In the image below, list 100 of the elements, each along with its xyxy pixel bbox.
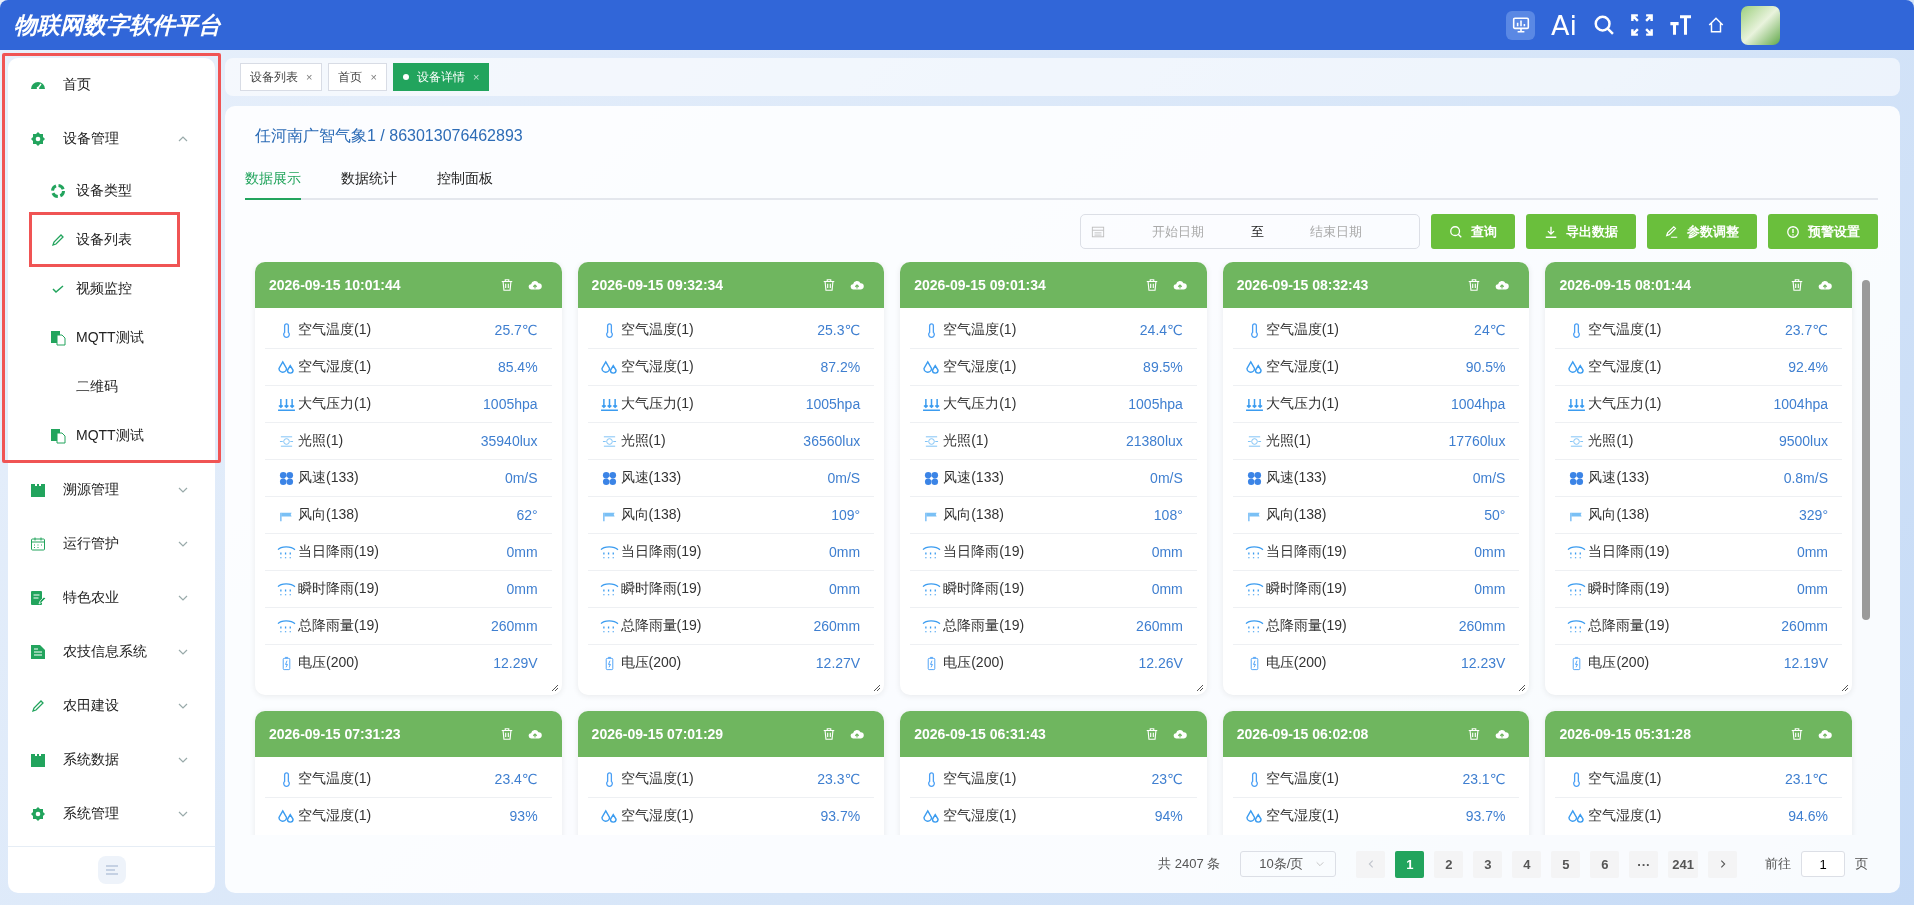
sidebar-item[interactable]: 系统数据 [8,733,215,787]
rain-icon [1244,618,1264,634]
reading-value: 36560lux [803,433,861,449]
resize-handle-icon[interactable] [1839,682,1849,692]
page-button[interactable]: ··· [1629,850,1659,878]
sidebar-item[interactable]: 运行管护 [8,517,215,571]
cloud-upload-icon[interactable] [1818,278,1832,292]
reading-value: 50° [1484,507,1506,523]
reading-label: 空气温度(1) [298,770,372,788]
page-button[interactable]: 3 [1473,850,1503,878]
rain-icon [277,581,296,597]
dashboard-button[interactable] [1506,10,1535,40]
reading-label: 风向(138) [1265,506,1327,524]
tab[interactable]: 数据统计 [341,160,397,200]
device-title: 任河南广智气象1 / 863013076462893 [254,126,524,146]
tab[interactable]: 控制面板 [437,160,493,200]
reading-value: 1004hpa [1773,396,1828,412]
sidebar-item[interactable]: 首页 [8,58,215,112]
reading-value: 0mm [829,581,861,597]
reading-value: 94% [1154,808,1183,824]
rain-icon [922,618,942,634]
page-button[interactable]: 241 [1668,850,1698,878]
cloud-upload-icon[interactable] [527,278,542,292]
tab[interactable]: 首页 × [328,63,387,91]
sidebar-item[interactable]: 农田建设 [8,679,215,733]
end-date-field[interactable]: 结束日期 [1263,223,1409,240]
font-size-icon[interactable] [1669,14,1691,36]
collapse-button[interactable] [97,856,126,884]
record-time: 2026-09-15 09:01:34 [914,277,1046,293]
trash-icon[interactable] [1790,727,1804,741]
sidebar-item[interactable]: 农技信息系统 [8,625,215,679]
cloud-upload-icon[interactable] [1818,727,1832,741]
trash-icon[interactable] [1144,278,1159,292]
rain-icon [1567,581,1587,597]
page-button[interactable]: 5 [1551,850,1581,878]
reading-label: 空气温度(1) [1588,770,1662,788]
sidebar-item[interactable]: MQTT测试 [8,313,215,362]
cloud-upload-icon[interactable] [1495,278,1510,292]
cloud-upload-icon[interactable] [850,278,865,292]
droplets-icon [599,808,619,824]
reading-label: 风速(133) [620,469,682,487]
reading-label: 瞬时降雨(19) [620,580,702,598]
reading-value: 1005hpa [805,396,861,412]
reading-label: 总降雨量(19) [1265,617,1347,635]
page-number-field[interactable]: 1 [1801,851,1845,877]
reading-value: 23℃ [1151,771,1183,787]
trash-icon[interactable] [1790,278,1804,292]
sidebar-item[interactable]: 视频监控 [8,264,215,313]
sidebar-item[interactable]: 设备类型 [8,166,215,215]
resize-handle-icon[interactable] [871,682,882,692]
trash-icon[interactable] [1144,727,1159,741]
search-icon[interactable] [1593,14,1615,36]
sidebar-item[interactable]: MQTT测试 [8,411,215,460]
reading-value: 0m/S [504,470,538,486]
droplets-icon [922,359,942,375]
reading-value: 0mm [1796,544,1828,560]
trash-icon[interactable] [499,727,514,741]
reading-value: 23.1℃ [1785,771,1828,787]
cloud-upload-icon[interactable] [527,727,542,741]
sidebar-item[interactable]: 系统管理 [8,787,215,841]
reading-label: 风向(138) [298,506,359,524]
home-icon[interactable] [1707,16,1725,34]
tab[interactable]: 设备列表 × [240,63,323,91]
alert-icon [1786,224,1800,239]
reading-value: 260mm [1458,618,1506,634]
reading-label: 瞬时降雨(19) [1265,580,1347,598]
page-button[interactable]: 6 [1590,850,1620,878]
sidebar-item[interactable]: 二维码 [8,362,215,411]
reading-label: 空气湿度(1) [1265,807,1339,825]
page-button[interactable]: 4 [1512,850,1542,878]
page-button[interactable]: 2 [1434,850,1464,878]
monitor-chart-icon [1511,16,1530,34]
reading-value: 0m/S [827,470,861,486]
cloud-upload-icon[interactable] [1172,278,1187,292]
sidebar-item[interactable]: 溯源管理 [8,463,215,517]
trash-icon[interactable] [1467,278,1482,292]
reading-value: 109° [831,507,861,523]
sidebar-item[interactable]: 设备列表 [32,215,177,264]
avatar-image[interactable] [1741,5,1780,45]
reading-label: 电压(200) [1588,654,1650,672]
reading-label: 光照(1) [298,432,344,450]
sidebar-item[interactable]: 设备管理 [8,112,215,166]
pressure-icon [599,396,619,412]
reading-value: 0m/S [1472,470,1506,486]
page-size-select[interactable]: 10条/页 [1240,851,1337,877]
reading-label: 大气压力(1) [620,395,694,413]
sidebar-item[interactable]: 特色农业 [8,571,215,625]
cloud-upload-icon[interactable] [1495,727,1510,741]
trash-icon[interactable] [822,727,837,741]
trash-icon[interactable] [499,278,514,292]
trash-icon[interactable] [822,278,837,292]
start-date-field[interactable]: 开始日期 [1105,223,1251,240]
fullscreen-icon[interactable] [1631,14,1653,36]
reading-value: 1005hpa [1128,396,1183,412]
droplets-icon [1244,359,1264,375]
trash-icon[interactable] [1467,727,1482,741]
cloud-upload-icon[interactable] [1172,727,1187,741]
cloud-upload-icon[interactable] [850,727,865,741]
resize-handle-icon[interactable] [1516,682,1527,692]
ai-button[interactable]: Ai [1551,9,1577,41]
